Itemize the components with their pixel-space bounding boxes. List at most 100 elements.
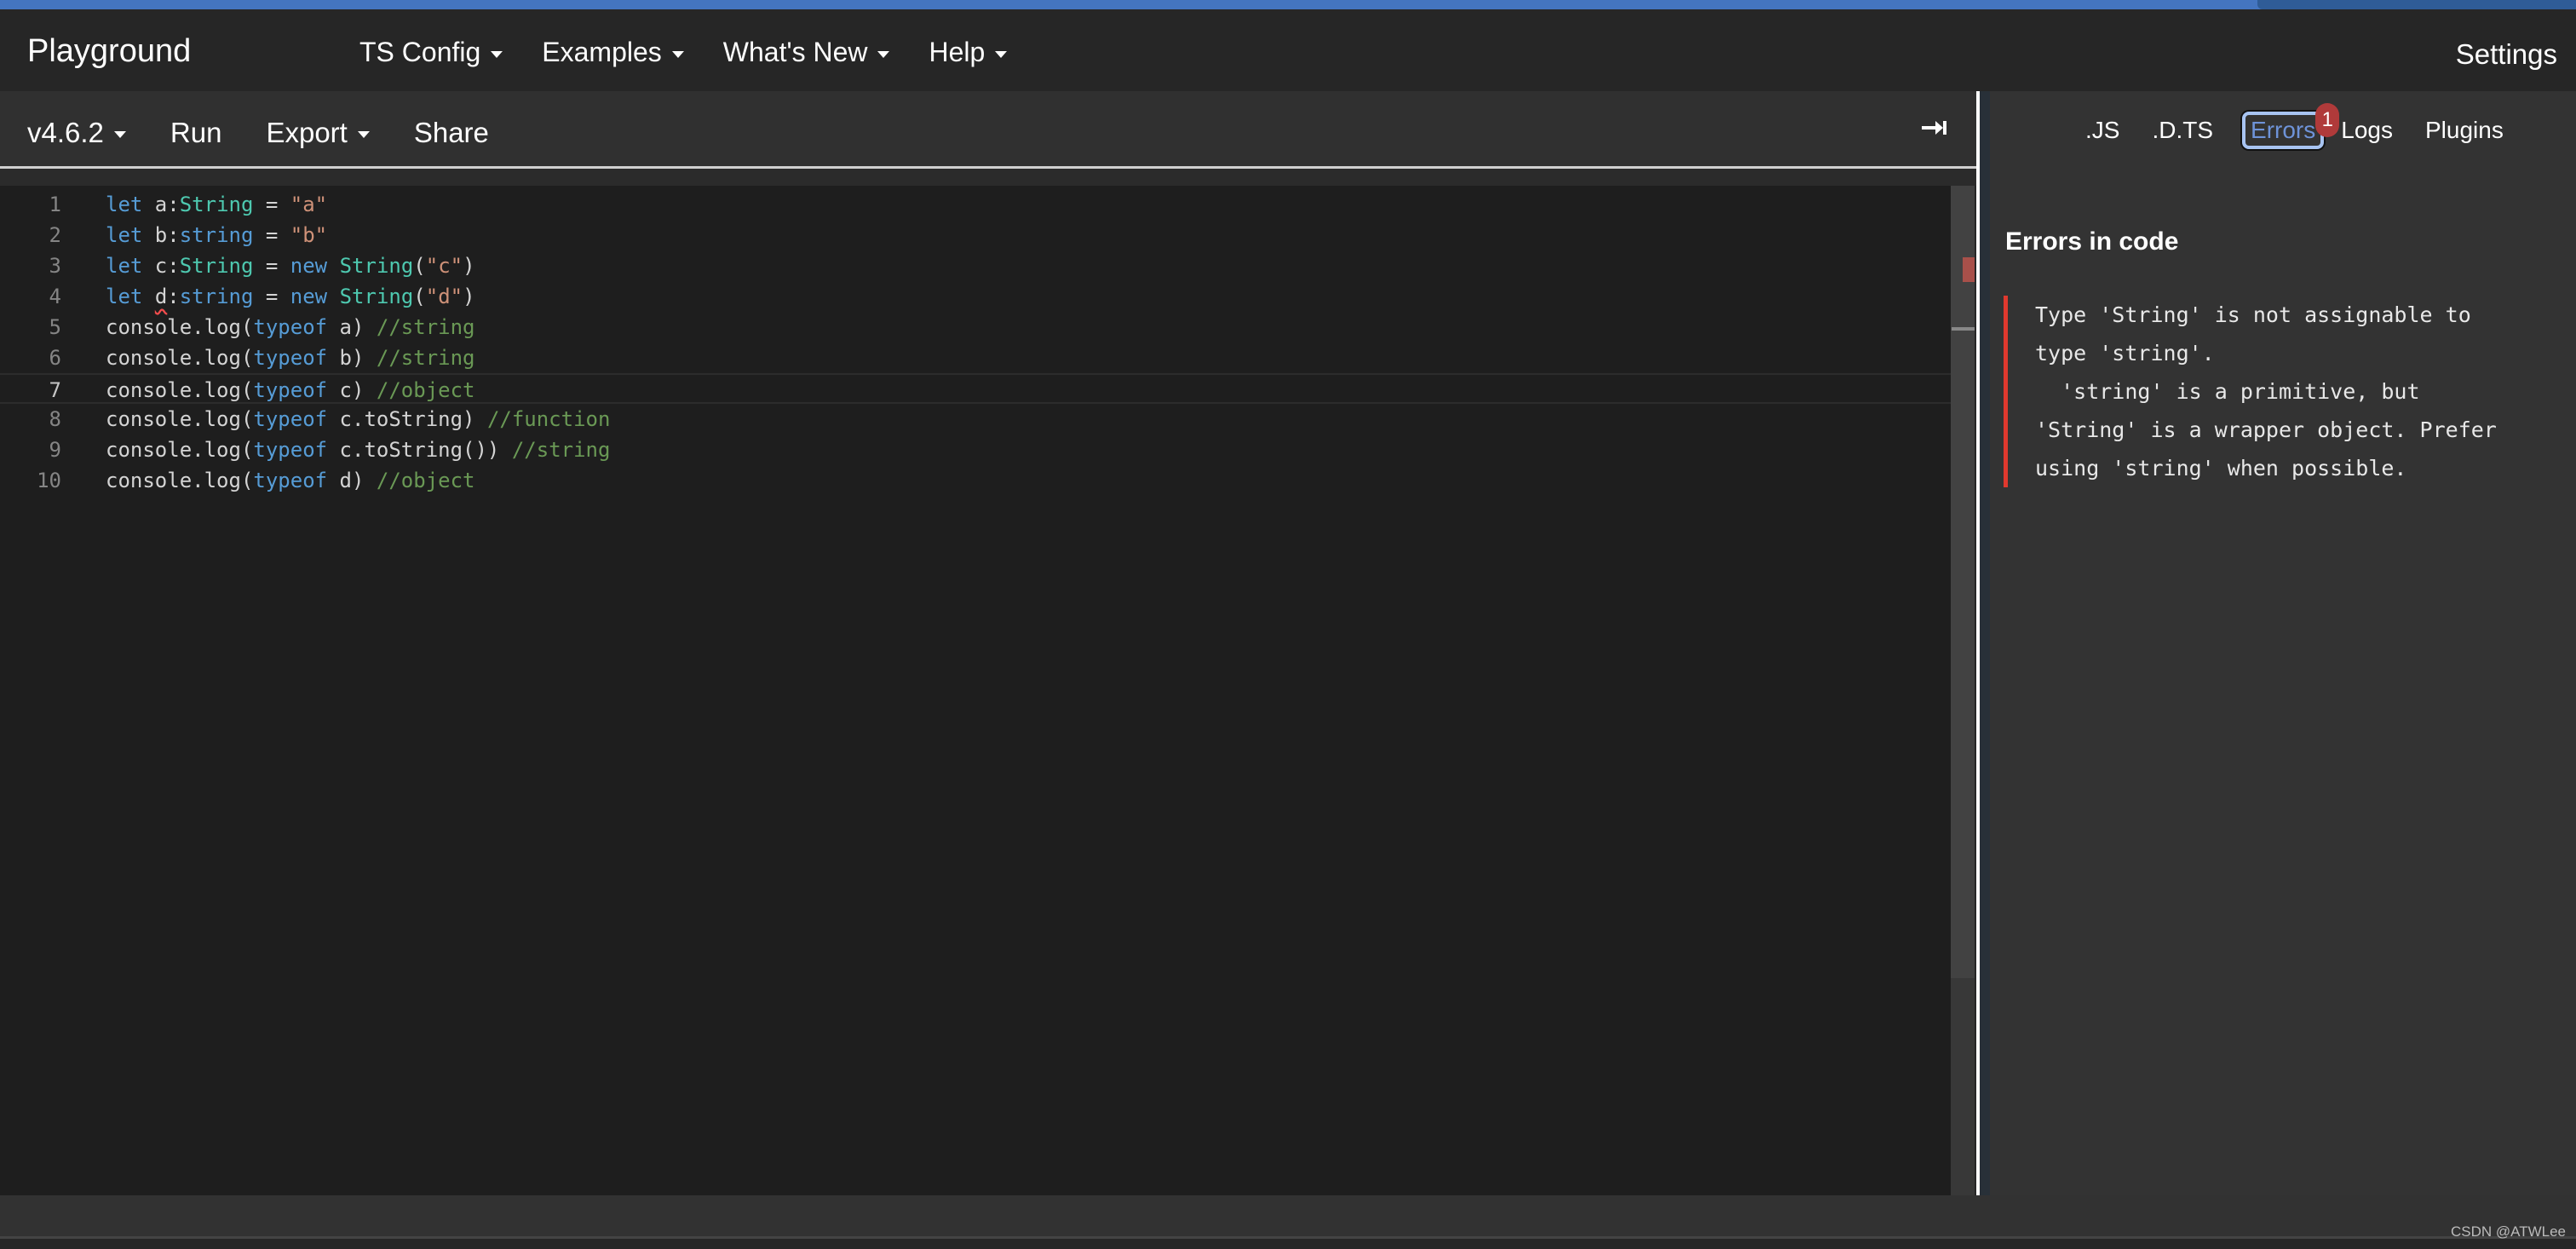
navbar: Playground TS Config Examples What's New… (0, 9, 2576, 91)
line-number: 10 (37, 469, 61, 492)
run-button[interactable]: Run (170, 117, 222, 149)
footer-bar (0, 1195, 2576, 1238)
line-number: 9 (49, 438, 61, 462)
code-line[interactable]: 9 console.log(typeof c.toString()) //stri… (0, 435, 1951, 465)
brand-title[interactable]: Playground (27, 33, 191, 70)
editor-toolbar: v4.6.2 Run Export Share (0, 91, 1976, 166)
code-text: console.log(typeof b) //string (106, 342, 474, 373)
code-token: String (179, 193, 254, 216)
nav-whats-new[interactable]: What's New (723, 37, 890, 68)
line-number: 4 (49, 285, 61, 308)
code-token: string (179, 285, 254, 308)
code-editor[interactable]: 1 let a:String = "a" 2 let b:string = "b" 3 l… (0, 186, 1951, 1195)
code-text: console.log(typeof c) //object (106, 375, 474, 406)
caret-down-icon (995, 50, 1008, 58)
code-token: "d" (425, 285, 463, 308)
code-token: //string (511, 438, 611, 462)
tab-logs[interactable]: Logs (2337, 112, 2396, 149)
code-token: console.log( (106, 469, 254, 492)
code-token: c.toString) (327, 407, 487, 431)
arrow-to-right-icon (1922, 121, 1946, 135)
caret-down-icon (671, 50, 684, 58)
code-line[interactable]: 10 console.log(typeof d) //object (0, 465, 1951, 496)
code-token: console.log( (106, 407, 254, 431)
code-token: let (106, 193, 143, 216)
code-token: //function (486, 407, 611, 431)
nav-label: What's New (722, 37, 868, 67)
code-token: d) (327, 469, 377, 492)
editor-scrollbar-thumb[interactable] (1951, 186, 1975, 978)
tab-plugins[interactable]: Plugins (2422, 112, 2507, 149)
code-line[interactable]: 3 let c:String = new String("c") (0, 250, 1951, 281)
code-token: new (290, 254, 328, 278)
tab-js[interactable]: .JS (2082, 112, 2123, 149)
scrollbar-cursor-marker (1952, 327, 1975, 331)
code-token: = (253, 285, 290, 308)
code-line[interactable]: 4 let d:string = new String("d") (0, 281, 1951, 312)
code-token: "c" (425, 254, 463, 278)
code-token: typeof (253, 438, 328, 462)
caret-down-icon (113, 131, 126, 138)
code-token: c.toString()) (327, 438, 512, 462)
code-text: let a:String = "a" (106, 189, 327, 220)
tab-dts[interactable]: .D.TS (2148, 112, 2217, 149)
version-dropdown[interactable]: v4.6.2 (27, 117, 126, 149)
tab-errors-label: Errors (2251, 117, 2316, 143)
code-text: console.log(typeof a) //string (106, 312, 474, 342)
line-number: 6 (49, 346, 61, 370)
panel-divider-shade (1980, 91, 1990, 1195)
line-number: 5 (49, 315, 61, 339)
error-line: 'string' is a primitive, but (2035, 379, 2420, 404)
share-button[interactable]: Share (414, 117, 489, 149)
code-token: //object (376, 378, 475, 402)
settings-link[interactable]: Settings (2456, 38, 2557, 71)
code-token: console.log( (106, 346, 254, 370)
code-token: console.log( (106, 315, 254, 339)
line-number: 2 (49, 223, 61, 247)
nav-label: Help (929, 37, 986, 67)
code-token: console.log( (106, 378, 254, 402)
code-token: b: (142, 223, 180, 247)
code-token: = (253, 193, 290, 216)
code-token: //string (376, 346, 475, 370)
code-line[interactable]: 7 console.log(typeof c) //object (0, 373, 1951, 404)
code-line[interactable]: 5 console.log(typeof a) //string (0, 312, 1951, 342)
tab-errors[interactable]: Errors 1 (2242, 103, 2340, 149)
code-token: String (339, 285, 414, 308)
nav-label: TS Config (359, 37, 481, 67)
error-line: Type 'String' is not assignable to (2035, 302, 2471, 327)
nav-examples[interactable]: Examples (542, 37, 684, 68)
collapse-sidebar-button[interactable] (1920, 113, 1949, 142)
error-count-badge: 1 (2315, 103, 2340, 137)
code-text: console.log(typeof d) //object (106, 465, 474, 496)
code-text: console.log(typeof c.toString()) //strin… (106, 435, 610, 465)
caret-down-icon (491, 50, 503, 58)
code-text: let c:String = new String("c") (106, 250, 475, 281)
nav-menu: TS Config Examples What's New Help (359, 37, 1046, 68)
line-number: 3 (49, 254, 61, 278)
export-dropdown[interactable]: Export (266, 117, 370, 149)
editor-scrollbar-lower (1951, 978, 1975, 1195)
code-line[interactable]: 2 let b:string = "b" (0, 220, 1951, 250)
code-token: string (179, 223, 254, 247)
error-message[interactable]: Type 'String' is not assignable to type … (2004, 296, 2549, 487)
code-token: "a" (290, 193, 328, 216)
code-line[interactable]: 1 let a:String = "a" (0, 189, 1951, 220)
code-token: ) (463, 254, 475, 278)
error-line: type 'string'. (2035, 341, 2215, 365)
line-number: 1 (49, 193, 61, 216)
code-line[interactable]: 6 console.log(typeof b) //string (0, 342, 1951, 373)
code-token: a) (327, 315, 377, 339)
caret-down-icon (357, 131, 370, 138)
error-squiggle-token: d (154, 285, 168, 308)
code-text: let d:string = new String("d") (106, 281, 475, 312)
code-token: new (290, 285, 328, 308)
nav-help[interactable]: Help (929, 37, 1008, 68)
code-token: let (106, 254, 143, 278)
footer-bottom (0, 1239, 2576, 1249)
code-line[interactable]: 8 console.log(typeof c.toString) //functi… (0, 404, 1951, 435)
line-number: 7 (49, 378, 61, 402)
nav-ts-config[interactable]: TS Config (359, 37, 503, 68)
nav-label: Examples (542, 37, 662, 67)
error-line: using 'string' when possible. (2035, 456, 2407, 481)
